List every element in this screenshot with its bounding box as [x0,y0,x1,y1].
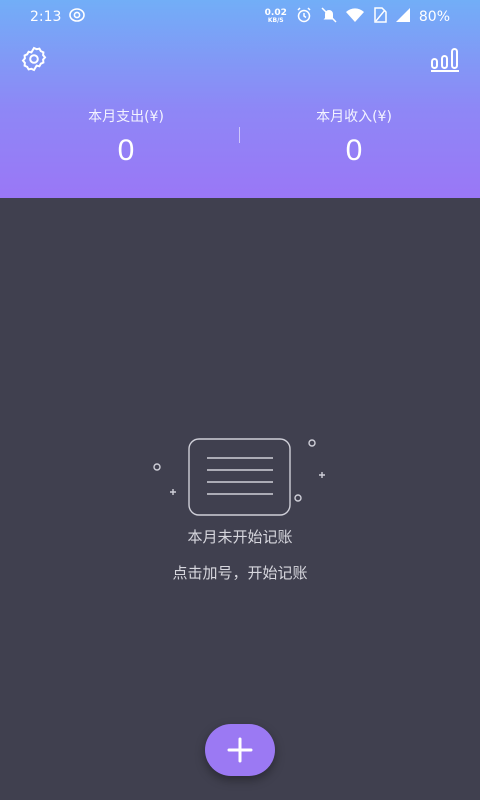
summary-divider [239,127,240,143]
expense-summary: 本月支出(¥) 0 [6,100,246,168]
gear-icon[interactable] [20,45,48,73]
income-value: 0 [345,134,363,167]
signal-icon [395,8,410,26]
wifi-icon [345,7,364,27]
empty-document-icon [153,438,325,516]
expense-label: 本月支出(¥) [88,109,164,125]
alarm-icon [296,7,312,27]
eye-icon [69,7,86,27]
sim-icon [373,7,387,27]
bar-chart-icon[interactable] [430,45,460,73]
empty-state: 本月未开始记账 点击加号，开始记账 [0,420,480,600]
battery-level: 80% [418,9,450,25]
empty-subtitle: 点击加号，开始记账 [172,564,308,582]
income-summary: 本月收入(¥) 0 [234,100,474,168]
income-label: 本月收入(¥) [316,109,392,125]
status-bar: 2:13 0.02 KB/S 80% [0,0,480,32]
expense-value: 0 [117,134,135,167]
header: 2:13 0.02 KB/S 80% 本月支出(¥) 0 本月收入(¥) 0 [0,0,480,198]
monthly-summary: 本月支出(¥) 0 本月收入(¥) 0 [0,100,480,180]
plus-icon [227,737,253,763]
status-time: 2:13 [30,9,62,25]
empty-title: 本月未开始记账 [187,528,293,546]
net-speed: 0.02 KB/S [264,8,287,25]
mute-icon [321,7,337,27]
add-record-button[interactable] [205,724,275,776]
